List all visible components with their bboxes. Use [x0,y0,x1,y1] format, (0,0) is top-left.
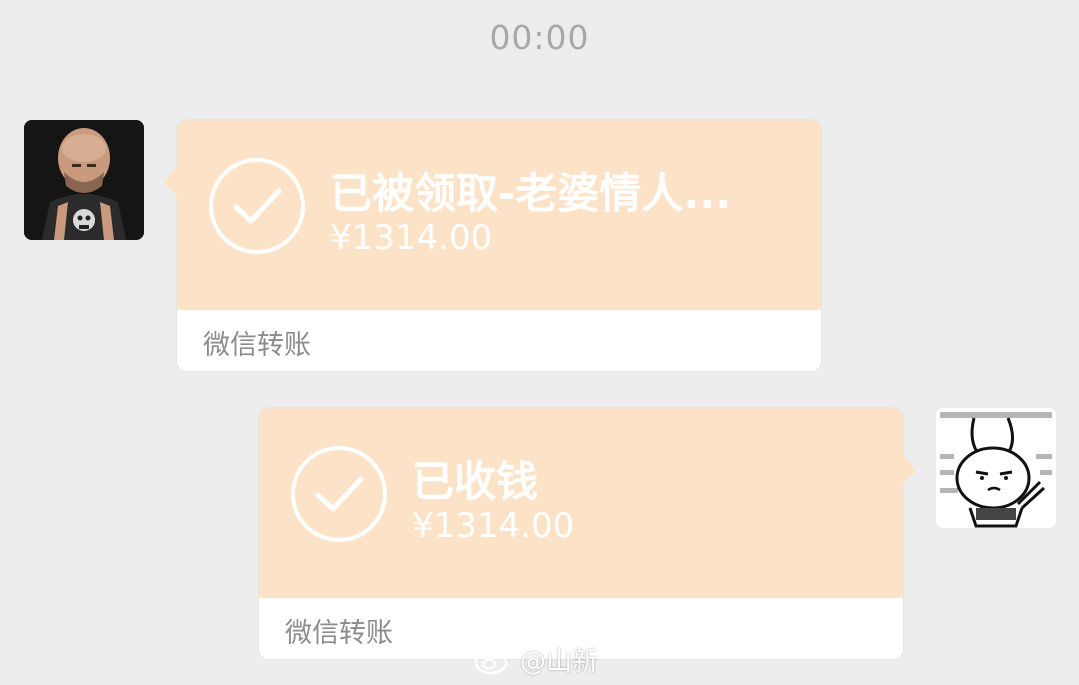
transfer-amount: ¥1314.00 [330,218,493,258]
card-footer: 微信转账 [177,310,821,371]
bubble-tail [903,456,917,484]
transfer-title: 已被领取-老婆情人... [330,169,732,218]
check-circle-icon [209,158,305,254]
transfer-source-label: 微信转账 [285,618,393,649]
rabbit-sticker-avatar-icon [936,408,1056,528]
card-body: 已收钱 ¥1314.00 [259,408,903,598]
transfer-title: 已收钱 [412,457,539,506]
timestamp: 00:00 [489,18,590,57]
check-circle-icon [291,446,387,542]
watermark-handle: @山新 [520,646,599,677]
transfer-card-received[interactable]: 已被领取-老婆情人... ¥1314.00 微信转账 [163,120,821,371]
weibo-logo-icon [474,647,513,675]
card-body: 已被领取-老婆情人... ¥1314.00 [177,120,821,310]
self-avatar[interactable] [936,408,1056,528]
watermark: @山新 [474,641,598,677]
bald-man-avatar-icon [24,120,144,240]
transfer-card-collected[interactable]: 已收钱 ¥1314.00 微信转账 [259,408,917,659]
bubble-tail [163,168,177,196]
sender-avatar[interactable] [24,120,144,240]
transfer-amount: ¥1314.00 [412,506,575,546]
transfer-source-label: 微信转账 [203,330,311,361]
